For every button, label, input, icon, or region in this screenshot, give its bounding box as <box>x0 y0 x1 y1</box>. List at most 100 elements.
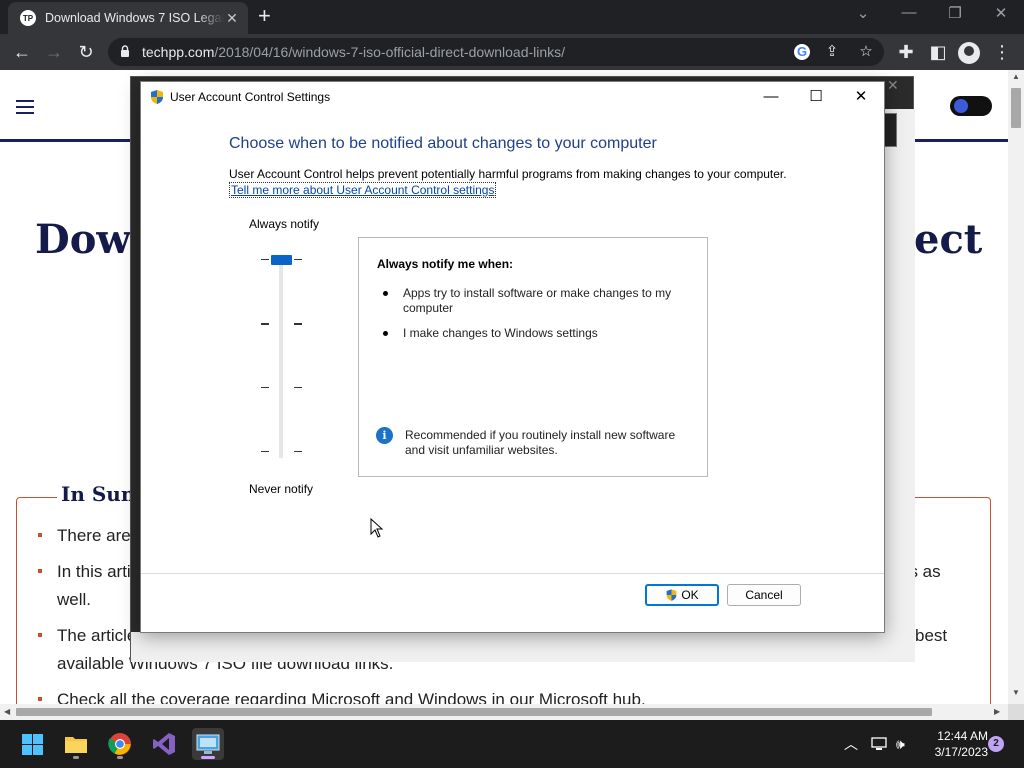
taskbar-visual-studio[interactable] <box>148 728 180 760</box>
dialog-separator <box>141 573 884 574</box>
windows-logo-icon <box>21 733 43 755</box>
summary-line: Check all the coverage regarding Microso… <box>57 690 646 704</box>
summary-line: There are <box>57 526 131 545</box>
url-host: techpp.com <box>142 44 215 60</box>
bullet-dot <box>383 331 388 336</box>
article-headline-right: ect <box>914 216 983 263</box>
visual-studio-icon <box>153 733 175 755</box>
background-window-panel <box>885 109 915 662</box>
scroll-up-arrow-icon[interactable]: ▲ <box>1008 72 1024 81</box>
running-indicator <box>117 756 123 759</box>
lock-icon <box>121 45 129 57</box>
ok-button[interactable]: OK <box>645 584 719 606</box>
scroll-right-arrow-icon[interactable]: ▶ <box>994 707 1000 716</box>
uac-settings-dialog: User Account Control Settings — ☐ ✕ Choo… <box>140 81 885 633</box>
vertical-scroll-thumb[interactable] <box>1011 88 1021 128</box>
tab-title: Download Windows 7 ISO Legally <box>45 11 225 25</box>
taskbar-file-explorer[interactable] <box>60 728 92 760</box>
slider-thumb[interactable] <box>271 255 292 265</box>
page-vertical-scrollbar[interactable]: ▲ ▼ <box>1008 70 1024 704</box>
scrollbar-corner <box>1008 704 1024 720</box>
url-text: techpp.com/2018/04/16/windows-7-iso-offi… <box>142 44 565 60</box>
bookmark-star-icon[interactable]: ☆ <box>856 42 876 62</box>
info-icon: i <box>376 427 393 444</box>
background-window-close-icon: ✕ <box>887 77 899 93</box>
side-panel-icon[interactable]: ◧ <box>926 40 950 64</box>
notification-level-slider[interactable] <box>279 258 283 458</box>
tab-close-icon[interactable]: ✕ <box>224 10 240 27</box>
active-app-indicator <box>201 756 215 759</box>
folder-icon <box>65 737 87 753</box>
learn-more-link[interactable]: Tell me more about User Account Control … <box>229 182 497 198</box>
network-icon[interactable] <box>871 720 887 768</box>
dark-mode-toggle[interactable] <box>950 96 992 116</box>
browser-menu-icon[interactable]: ⋮ <box>990 40 1014 64</box>
hamburger-menu-icon[interactable] <box>16 100 34 114</box>
reload-icon[interactable]: ↻ <box>74 40 98 64</box>
taskbar: ︿ 🕪 12:44 AM 3/17/2023 2 <box>0 720 1024 768</box>
running-indicator <box>73 756 79 759</box>
dialog-minimize-button[interactable]: — <box>748 84 794 110</box>
uac-shield-icon <box>666 589 677 601</box>
summary-bullet <box>38 633 42 637</box>
control-panel-icon <box>196 734 220 754</box>
taskbar-control-panel[interactable] <box>192 728 224 760</box>
slider-tick <box>261 259 269 260</box>
scroll-left-arrow-icon[interactable]: ◀ <box>4 707 10 716</box>
mouse-cursor-icon <box>370 518 384 538</box>
browser-restore-button[interactable]: ❐ <box>940 4 970 22</box>
horizontal-scroll-thumb[interactable] <box>16 708 932 716</box>
share-icon[interactable]: ⇪ <box>822 42 842 62</box>
summary-bullet <box>38 697 42 701</box>
slider-tick <box>294 323 302 325</box>
summary-line: best <box>915 626 948 645</box>
summary-bullet <box>38 569 42 573</box>
scroll-down-arrow-icon[interactable]: ▼ <box>1008 688 1024 697</box>
recommendation-text: Recommended if you routinely install new… <box>405 428 676 457</box>
level-description-panel: Always notify me when: Apps try to insta… <box>358 237 708 477</box>
profile-avatar-icon[interactable] <box>958 42 980 64</box>
level-bullet-text: Apps try to install software or make cha… <box>403 286 672 315</box>
browser-tab[interactable]: TP Download Windows 7 ISO Legally ✕ <box>8 2 248 34</box>
start-button[interactable] <box>16 728 48 760</box>
summary-line: The article <box>57 626 137 645</box>
notification-badge[interactable]: 2 <box>988 736 1004 752</box>
slider-top-label: Always notify <box>249 217 320 231</box>
dialog-title: User Account Control Settings <box>170 90 331 104</box>
new-tab-button[interactable]: + <box>258 5 271 27</box>
google-lens-icon[interactable]: G <box>794 44 810 60</box>
browser-minimize-button[interactable]: — <box>894 4 924 21</box>
clock-date: 3/17/2023 <box>934 745 988 759</box>
slider-tick <box>261 323 269 325</box>
clock-time: 12:44 AM <box>937 729 988 743</box>
slider-tick <box>294 451 302 452</box>
slider-bottom-label: Never notify <box>249 482 314 496</box>
summary-line: well. <box>57 590 92 609</box>
dialog-close-button[interactable]: ✕ <box>838 84 884 110</box>
slider-tick <box>294 387 302 388</box>
address-bar[interactable]: techpp.com/2018/04/16/windows-7-iso-offi… <box>108 38 884 66</box>
back-arrow-icon[interactable]: ← <box>10 40 34 64</box>
chrome-icon <box>108 733 131 755</box>
extensions-icon[interactable]: ✚ <box>894 40 918 64</box>
cancel-button[interactable]: Cancel <box>727 584 801 606</box>
bullet-dot <box>383 291 388 296</box>
dialog-maximize-button[interactable]: ☐ <box>793 84 839 110</box>
page-horizontal-scrollbar[interactable]: ◀ ▶ <box>0 704 1008 720</box>
browser-toolbar: ← → ↻ techpp.com/2018/04/16/windows-7-is… <box>0 34 1024 70</box>
forward-arrow-icon[interactable]: → <box>42 40 66 64</box>
system-clock[interactable]: 12:44 AM 3/17/2023 <box>920 728 988 760</box>
slider-tick <box>261 451 269 452</box>
taskbar-chrome[interactable] <box>104 728 136 760</box>
background-window-footer <box>131 632 915 662</box>
uac-shield-icon <box>151 90 163 104</box>
show-hidden-icons-icon[interactable]: ︿ <box>844 720 858 768</box>
tab-search-icon[interactable]: ⌄ <box>848 4 878 22</box>
tab-strip: TP Download Windows 7 ISO Legally ✕ + ⌄ … <box>0 0 1024 34</box>
volume-icon[interactable]: 🕪 <box>896 720 905 768</box>
summary-line: In this arti <box>57 562 131 581</box>
browser-close-button[interactable]: ✕ <box>986 4 1016 22</box>
dialog-titlebar[interactable]: User Account Control Settings — ☐ ✕ <box>141 82 884 112</box>
summary-bullet <box>38 533 42 537</box>
level-bullet-text: I make changes to Windows settings <box>403 326 598 340</box>
